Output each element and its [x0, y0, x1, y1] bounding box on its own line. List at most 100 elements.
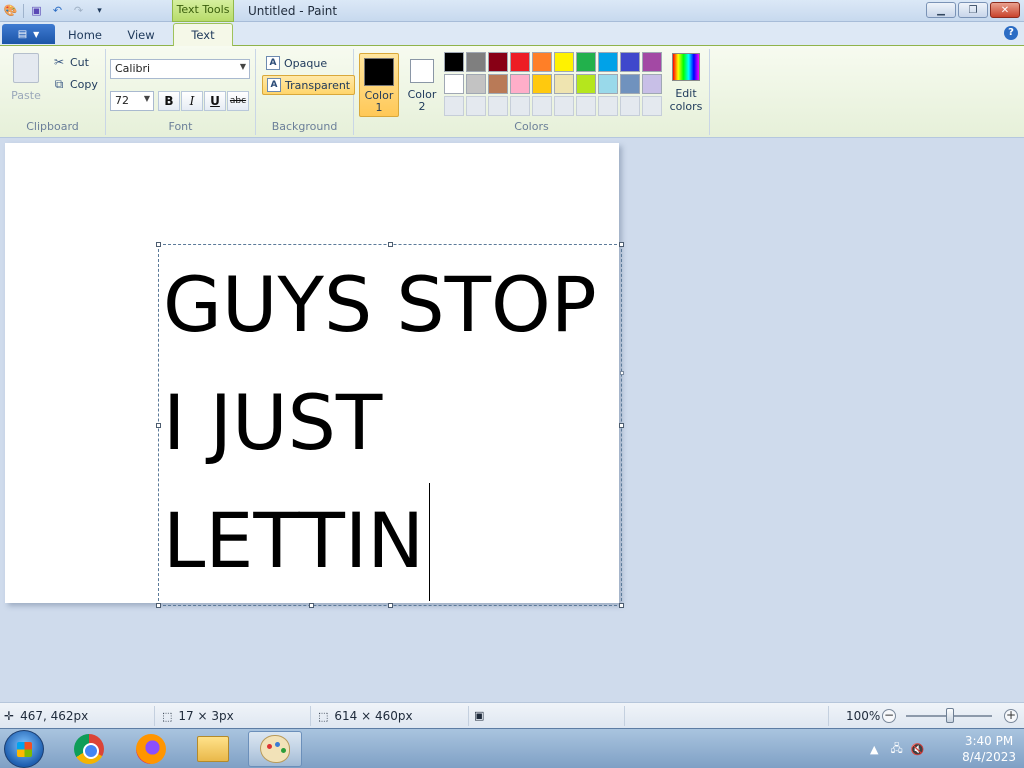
canvas-resize-handle[interactable] [620, 371, 624, 375]
custom-color-slot[interactable] [532, 96, 552, 116]
resize-handle[interactable] [388, 603, 393, 608]
edit-colors-button[interactable]: Edit colors [668, 53, 704, 113]
font-group-label: Font [168, 120, 193, 133]
status-separator [154, 706, 155, 726]
network-icon[interactable]: 🖧 [890, 740, 902, 759]
color-palette [444, 52, 662, 116]
palette-color-swatch[interactable] [642, 52, 662, 72]
palette-color-swatch[interactable] [620, 74, 640, 94]
close-button[interactable]: ✕ [990, 2, 1020, 18]
color-spectrum-icon [672, 53, 700, 81]
taskbar-paint[interactable] [248, 731, 302, 767]
palette-color-swatch[interactable] [554, 52, 574, 72]
text-box[interactable]: GUYS STOP I JUST LETTIN [156, 242, 624, 608]
minimize-button[interactable]: ▁ [926, 2, 956, 18]
custom-color-slot[interactable] [642, 96, 662, 116]
disk-icon: ▣ [474, 709, 485, 722]
custom-color-slot[interactable] [598, 96, 618, 116]
zoom-in-button[interactable]: + [1004, 709, 1018, 723]
save-icon[interactable]: ▣ [28, 2, 45, 19]
resize-handle[interactable] [309, 603, 314, 608]
font-family-select[interactable]: Calibri ▼ [110, 59, 250, 79]
palette-color-swatch[interactable] [466, 52, 486, 72]
zoom-out-button[interactable]: − [882, 709, 896, 723]
palette-color-swatch[interactable] [620, 52, 640, 72]
palette-color-swatch[interactable] [642, 74, 662, 94]
tab-home[interactable]: Home [62, 26, 108, 46]
palette-color-swatch[interactable] [488, 74, 508, 94]
redo-icon[interactable]: ↷ [70, 2, 87, 19]
palette-color-swatch[interactable] [466, 74, 486, 94]
palette-color-swatch[interactable] [488, 52, 508, 72]
palette-color-swatch[interactable] [444, 74, 464, 94]
italic-button[interactable]: I [181, 91, 203, 111]
text-tools-context-tab: Text Tools [172, 0, 234, 22]
taskbar-firefox[interactable] [124, 731, 178, 767]
paste-button[interactable]: Paste [6, 53, 46, 102]
paint-menu-button[interactable]: ▤ ▼ [2, 24, 55, 44]
palette-color-swatch[interactable] [598, 52, 618, 72]
tab-text[interactable]: Text [173, 23, 233, 47]
custom-color-slot[interactable] [488, 96, 508, 116]
custom-color-slot[interactable] [444, 96, 464, 116]
color1-button[interactable]: Color 1 [359, 53, 399, 117]
resize-handle[interactable] [619, 242, 624, 247]
palette-color-swatch[interactable] [510, 52, 530, 72]
taskbar-explorer[interactable] [186, 731, 240, 767]
resize-handle[interactable] [156, 423, 161, 428]
clock[interactable]: 3:40 PM 8/4/2023 [962, 733, 1016, 765]
customize-qat-icon[interactable]: ▾ [91, 2, 108, 19]
taskbar-chrome[interactable] [62, 731, 116, 767]
palette-color-swatch[interactable] [576, 52, 596, 72]
taskbar: ▲ 🖧 🔇 3:40 PM 8/4/2023 [0, 728, 1024, 768]
opaque-button[interactable]: A Opaque [262, 53, 331, 73]
palette-color-swatch[interactable] [554, 74, 574, 94]
workspace[interactable]: GUYS STOP I JUST LETTIN [0, 138, 1024, 702]
undo-icon[interactable]: ↶ [49, 2, 66, 19]
custom-color-slot[interactable] [576, 96, 596, 116]
custom-color-slot[interactable] [554, 96, 574, 116]
resize-handle[interactable] [156, 603, 161, 608]
title-bar: 🎨 ▣ ↶ ↷ ▾ Text Tools Untitled - Paint ▁ … [0, 0, 1024, 22]
palette-color-swatch[interactable] [510, 74, 530, 94]
clock-date: 8/4/2023 [962, 750, 1016, 764]
strikethrough-button[interactable]: abc [227, 91, 249, 111]
scissors-icon: ✂ [53, 55, 65, 69]
font-size-select[interactable]: 72 ▼ [110, 91, 154, 111]
palette-color-swatch[interactable] [532, 52, 552, 72]
resize-handle[interactable] [156, 242, 161, 247]
show-hidden-icons-icon[interactable]: ▲ [870, 743, 878, 756]
chevron-down-icon: ▼ [33, 29, 40, 39]
custom-color-slot[interactable] [510, 96, 530, 116]
copy-button[interactable]: ⧉ Copy [52, 77, 98, 91]
paint-app-icon[interactable]: 🎨 [2, 2, 19, 19]
color2-button[interactable]: Color 2 [402, 53, 442, 117]
volume-muted-icon[interactable]: 🔇 [911, 743, 925, 756]
palette-color-swatch[interactable] [576, 74, 596, 94]
font-family-value: Calibri [115, 62, 151, 75]
zoom-slider-thumb[interactable] [946, 708, 954, 723]
custom-color-slot[interactable] [466, 96, 486, 116]
bold-button[interactable]: B [158, 91, 180, 111]
transparent-button[interactable]: A Transparent [262, 75, 356, 95]
underline-button[interactable]: U [204, 91, 226, 111]
copy-icon: ⧉ [54, 76, 64, 91]
selection-size: ⬚ 17 × 3px [162, 709, 234, 723]
help-icon[interactable]: ? [1004, 26, 1018, 40]
resize-handle[interactable] [619, 603, 624, 608]
custom-color-slot[interactable] [620, 96, 640, 116]
palette-color-swatch[interactable] [532, 74, 552, 94]
cursor-position: ✛ 467, 462px [4, 709, 88, 723]
palette-color-swatch[interactable] [598, 74, 618, 94]
color1-swatch [364, 58, 394, 86]
cut-button[interactable]: ✂ Cut [52, 55, 89, 69]
resize-handle[interactable] [619, 423, 624, 428]
tab-view[interactable]: View [118, 26, 164, 46]
resize-handle[interactable] [388, 242, 393, 247]
start-button[interactable] [4, 730, 44, 768]
background-group-label: Background [271, 120, 338, 133]
maximize-button[interactable]: ❐ [958, 2, 988, 18]
status-separator [828, 706, 829, 726]
canvas-text-line: LETTIN [163, 496, 425, 585]
palette-color-swatch[interactable] [444, 52, 464, 72]
